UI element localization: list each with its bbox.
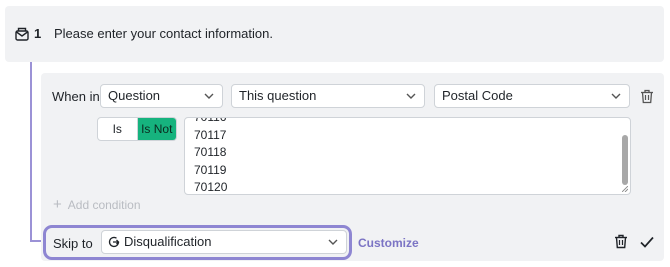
delete-condition-trash-icon[interactable]	[640, 89, 654, 104]
chevron-down-icon	[204, 93, 214, 99]
add-condition-label: Add condition	[67, 198, 141, 212]
plus-icon: +	[53, 196, 62, 213]
toggle-option-is[interactable]: Is	[98, 118, 137, 140]
postal-code-line: 70119	[194, 162, 227, 177]
chevron-down-icon	[611, 93, 621, 99]
scope-select[interactable]: This question	[231, 84, 425, 108]
skip-destination-select[interactable]: Disqualification	[101, 230, 347, 254]
postal-codes-list: 70116 70117 70118 70119 70120	[194, 117, 228, 194]
confirm-check-icon[interactable]	[640, 236, 654, 248]
is-isnot-toggle: Is Is Not	[97, 117, 177, 141]
delete-rule-trash-icon[interactable]	[614, 234, 628, 249]
when-in-label: When in	[52, 89, 100, 104]
customize-link[interactable]: Customize	[358, 236, 419, 250]
postal-code-line: 70120	[194, 180, 228, 194]
envelope-icon	[15, 27, 29, 41]
source-select[interactable]: Question	[100, 84, 223, 108]
resize-grip-icon[interactable]	[622, 186, 628, 192]
field-select[interactable]: Postal Code	[434, 84, 630, 108]
postal-codes-textarea[interactable]: 70116 70117 70118 70119 70120	[184, 117, 631, 195]
postal-code-line: 70117	[194, 127, 227, 142]
question-text: Please enter your contact information.	[54, 26, 273, 41]
chevron-down-icon	[328, 239, 338, 245]
scrollbar-thumb[interactable]	[622, 135, 628, 185]
postal-code-line: 70118	[194, 145, 227, 159]
source-select-value: Question	[108, 88, 161, 103]
scope-select-value: This question	[239, 88, 317, 103]
chevron-down-icon	[406, 93, 416, 99]
logic-connector-line	[30, 62, 32, 242]
toggle-option-is-not[interactable]: Is Not	[136, 118, 176, 140]
postal-code-line: 70116	[194, 117, 227, 124]
question-number: 1	[34, 26, 42, 41]
skip-to-label: Skip to	[53, 236, 93, 251]
skip-destination-value: Disqualification	[124, 234, 212, 249]
field-select-value: Postal Code	[442, 88, 513, 103]
redirect-arrow-icon	[108, 236, 120, 248]
add-condition-button[interactable]: + Add condition	[53, 196, 141, 213]
question-header: 1 Please enter your contact information.	[5, 6, 664, 62]
